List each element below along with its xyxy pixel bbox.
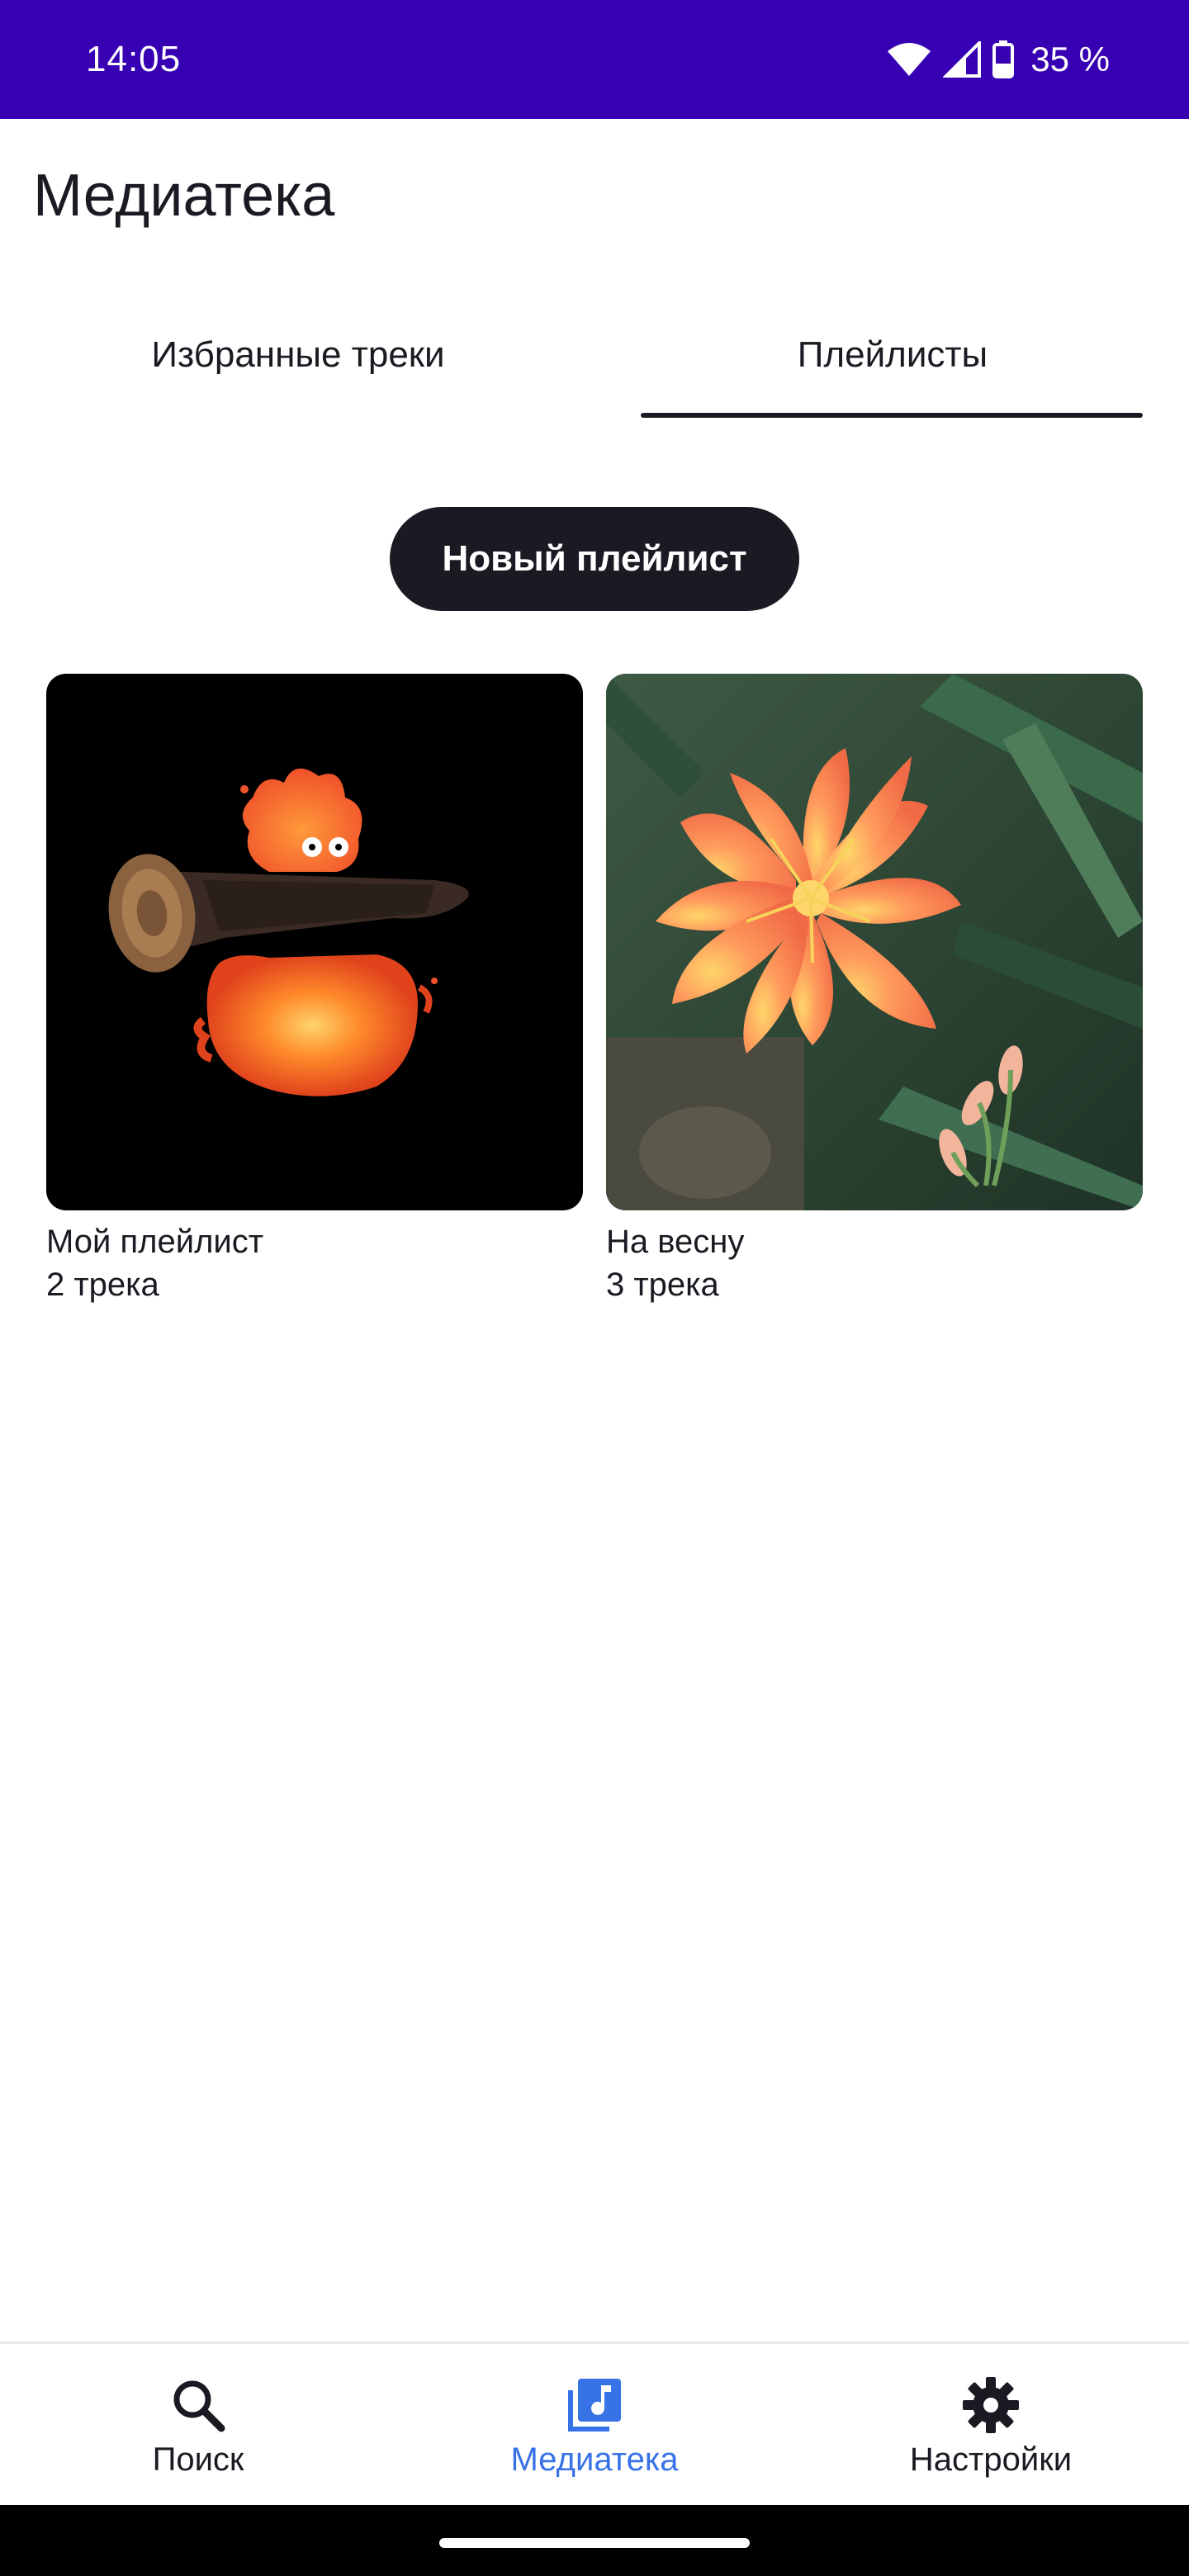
status-bar: 14:05 35 % (0, 0, 1189, 119)
signal-icon (943, 41, 982, 78)
bottom-navigation: Поиск Медиатека Настройки (0, 2342, 1189, 2505)
playlist-card[interactable]: На весну 3 трека (606, 674, 1143, 1306)
gear-icon (959, 2374, 1022, 2436)
nav-item-settings[interactable]: Настройки (793, 2344, 1189, 2507)
status-time: 14:05 (86, 39, 182, 79)
system-gesture-area (0, 2505, 1189, 2576)
new-playlist-button[interactable]: Новый плейлист (390, 507, 799, 611)
search-icon (167, 2374, 230, 2436)
tab-playlists[interactable]: Плейлисты (641, 305, 1144, 405)
nav-label-library: Медиатека (510, 2441, 679, 2478)
status-icons: 35 % (887, 40, 1110, 79)
library-tabs: Избранные треки Плейлисты (0, 305, 1189, 421)
active-tab-indicator (641, 413, 1143, 418)
playlist-title: Мой плейлист (46, 1224, 264, 1260)
music-library-icon (563, 2374, 626, 2436)
playlist-cover-image (606, 674, 1143, 1210)
playlist-title: На весну (606, 1224, 745, 1260)
nav-item-library[interactable]: Медиатека (396, 2344, 793, 2507)
gesture-handle[interactable] (439, 2538, 750, 2548)
nav-label-search: Поиск (152, 2441, 244, 2478)
nav-item-search[interactable]: Поиск (0, 2344, 396, 2507)
page-title: Медиатека (33, 163, 335, 229)
nav-label-settings: Настройки (909, 2441, 1073, 2478)
battery-icon (992, 40, 1015, 78)
tab-favorite-tracks[interactable]: Избранные треки (46, 305, 550, 405)
playlist-card[interactable]: Мой плейлист 2 трека (46, 674, 583, 1306)
playlist-track-count: 2 трека (46, 1267, 159, 1303)
playlist-cover-image (46, 674, 583, 1210)
battery-percent: 35 % (1030, 40, 1110, 78)
wifi-icon (887, 41, 931, 78)
playlist-track-count: 3 трека (606, 1267, 719, 1303)
